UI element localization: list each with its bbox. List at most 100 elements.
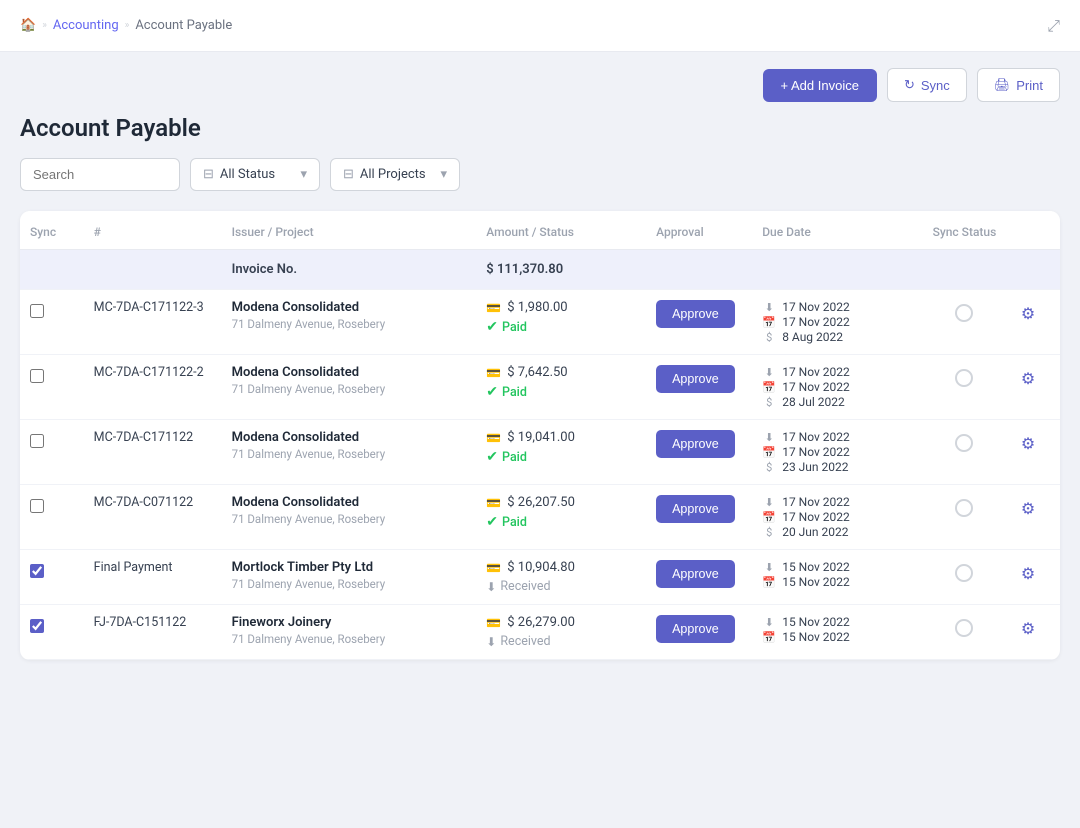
due-date-download: 15 Nov 2022 — [782, 560, 850, 574]
due-date-dollar-row: $ 28 Jul 2022 — [762, 395, 912, 409]
filter-icon-projects: ⊟ — [343, 167, 354, 182]
row-checkbox[interactable] — [30, 499, 44, 513]
actions-cell: ⚙ — [1007, 355, 1060, 420]
download-icon: ⬇ — [762, 496, 776, 509]
checkbox-cell — [20, 355, 84, 420]
issuer-name: Mortlock Timber Pty Ltd — [232, 560, 467, 575]
summary-actions-cell — [1007, 250, 1060, 290]
table-scroll-wrapper[interactable]: Sync # Issuer / Project Amount / Status … — [20, 211, 1060, 660]
summary-issuer-cell: Invoice No. — [222, 250, 477, 290]
due-date-calendar-row: 📅 15 Nov 2022 — [762, 630, 912, 644]
gear-button[interactable]: ⚙ — [1017, 430, 1039, 458]
due-date-calendar-row: 📅 17 Nov 2022 — [762, 315, 912, 329]
row-checkbox[interactable] — [30, 564, 44, 578]
due-date-dollar: 23 Jun 2022 — [782, 460, 848, 474]
row-checkbox[interactable] — [30, 434, 44, 448]
expand-icon[interactable]: ⤢ — [1047, 16, 1060, 36]
filter-icon-status: ⊟ — [203, 167, 214, 182]
due-date-dollar-row: $ 20 Jun 2022 — [762, 525, 912, 539]
search-input[interactable] — [20, 158, 180, 191]
issuer-address: 71 Dalmeny Avenue, Rosebery — [232, 382, 467, 396]
issuer-cell: Mortlock Timber Pty Ltd 71 Dalmeny Avenue… — [222, 550, 477, 605]
gear-button[interactable]: ⚙ — [1017, 495, 1039, 523]
issuer-cell: Modena Consolidated71 Dalmeny Avenue, Ro… — [222, 420, 477, 485]
table-header-row: Sync # Issuer / Project Amount / Status … — [20, 211, 1060, 250]
issuer-cell: Modena Consolidated71 Dalmeny Avenue, Ro… — [222, 485, 477, 550]
issuer-name: Modena Consolidated — [232, 430, 467, 445]
invoice-number-cell: MC-7DA-C171122-2 — [84, 355, 222, 420]
amount-value: $ 26,207.50 — [507, 495, 575, 510]
row-checkbox[interactable] — [30, 304, 44, 318]
amount-cell: 💳$ 26,279.00⬇Received — [476, 605, 646, 660]
due-date-download-row: ⬇ 17 Nov 2022 — [762, 300, 912, 314]
status-badge: Paid — [502, 320, 527, 335]
invoice-number: MC-7DA-C071122 — [94, 495, 194, 510]
due-date-cell: ⬇ 17 Nov 2022 📅 17 Nov 2022 $ 23 Jun 202… — [752, 420, 922, 485]
summary-duedate-cell — [752, 250, 922, 290]
due-date-download-row: ⬇ 15 Nov 2022 — [762, 560, 912, 574]
chevron-down-icon-projects: ▾ — [440, 167, 447, 182]
download-icon: ⬇ — [762, 616, 776, 629]
due-date-dollar: 20 Jun 2022 — [782, 525, 848, 539]
issuer-cell: Fineworx Joinery71 Dalmeny Avenue, Roseb… — [222, 605, 477, 660]
due-date-calendar-row: 📅 17 Nov 2022 — [762, 445, 912, 459]
page-title: Account Payable — [20, 114, 1060, 142]
calendar-icon: 📅 — [762, 446, 776, 459]
due-date-dollar: 8 Aug 2022 — [782, 330, 843, 344]
print-button[interactable]: 🖨 Print — [977, 68, 1060, 102]
status-badge: Paid — [502, 385, 527, 400]
approve-button[interactable]: Approve — [656, 495, 735, 523]
th-due-date: Due Date — [752, 211, 922, 250]
sync-status-indicator — [955, 499, 973, 517]
actions-cell: ⚙ — [1007, 290, 1060, 355]
sync-status-cell — [922, 420, 1007, 485]
checkbox-cell — [20, 605, 84, 660]
calendar-icon: 📅 — [762, 576, 776, 589]
add-invoice-button[interactable]: + Add Invoice — [763, 69, 877, 102]
th-amount: Amount / Status — [476, 211, 646, 250]
home-icon[interactable]: 🏠 — [20, 18, 36, 33]
checkbox-cell — [20, 290, 84, 355]
gear-button[interactable]: ⚙ — [1017, 615, 1039, 643]
dollar-icon: $ — [762, 331, 776, 344]
issuer-address: 71 Dalmeny Avenue, Rosebery — [232, 577, 467, 591]
approve-button[interactable]: Approve — [656, 560, 735, 588]
sync-status-cell — [922, 605, 1007, 660]
due-date-download: 17 Nov 2022 — [782, 430, 850, 444]
dollar-icon: $ — [762, 526, 776, 539]
gear-button[interactable]: ⚙ — [1017, 365, 1039, 393]
status-badge: Received — [500, 579, 550, 594]
row-checkbox[interactable] — [30, 369, 44, 383]
approve-button[interactable]: Approve — [656, 300, 735, 328]
issuer-address: 71 Dalmeny Avenue, Rosebery — [232, 512, 467, 526]
table-card: Sync # Issuer / Project Amount / Status … — [20, 211, 1060, 660]
breadcrumb-accounting[interactable]: Accounting — [53, 18, 119, 33]
due-date-dollar-row: $ 8 Aug 2022 — [762, 330, 912, 344]
table-row: Final PaymentMortlock Timber Pty Ltd71 D… — [20, 550, 1060, 605]
invoice-number: FJ-7DA-C151122 — [94, 615, 187, 630]
gear-button[interactable]: ⚙ — [1017, 560, 1039, 588]
status-filter[interactable]: ⊟ All Status ▾ — [190, 158, 320, 191]
breadcrumb-sep-1: » — [42, 20, 47, 31]
due-date-download-row: ⬇ 17 Nov 2022 — [762, 495, 912, 509]
projects-filter[interactable]: ⊟ All Projects ▾ — [330, 158, 460, 191]
gear-button[interactable]: ⚙ — [1017, 300, 1039, 328]
summary-label-cell — [84, 250, 222, 290]
invoices-table: Sync # Issuer / Project Amount / Status … — [20, 211, 1060, 660]
amount-value: $ 26,279.00 — [507, 615, 575, 630]
actions-cell: ⚙ — [1007, 605, 1060, 660]
approval-cell: Approve — [646, 355, 752, 420]
issuer-cell: Modena Consolidated71 Dalmeny Avenue, Ro… — [222, 290, 477, 355]
approve-button[interactable]: Approve — [656, 430, 735, 458]
amount-cell: 💳$ 1,980.00✔Paid — [476, 290, 646, 355]
row-checkbox[interactable] — [30, 619, 44, 633]
issuer-address: 71 Dalmeny Avenue, Rosebery — [232, 632, 467, 646]
sync-button[interactable]: ↻ Sync — [887, 68, 967, 102]
card-icon: 💳 — [486, 561, 501, 575]
approve-button[interactable]: Approve — [656, 365, 735, 393]
sync-status-indicator — [955, 369, 973, 387]
summary-approval-cell — [646, 250, 752, 290]
due-date-cell: ⬇ 15 Nov 2022 📅 15 Nov 2022 — [752, 605, 922, 660]
paid-check-icon: ✔ — [486, 514, 498, 530]
approve-button[interactable]: Approve — [656, 615, 735, 643]
